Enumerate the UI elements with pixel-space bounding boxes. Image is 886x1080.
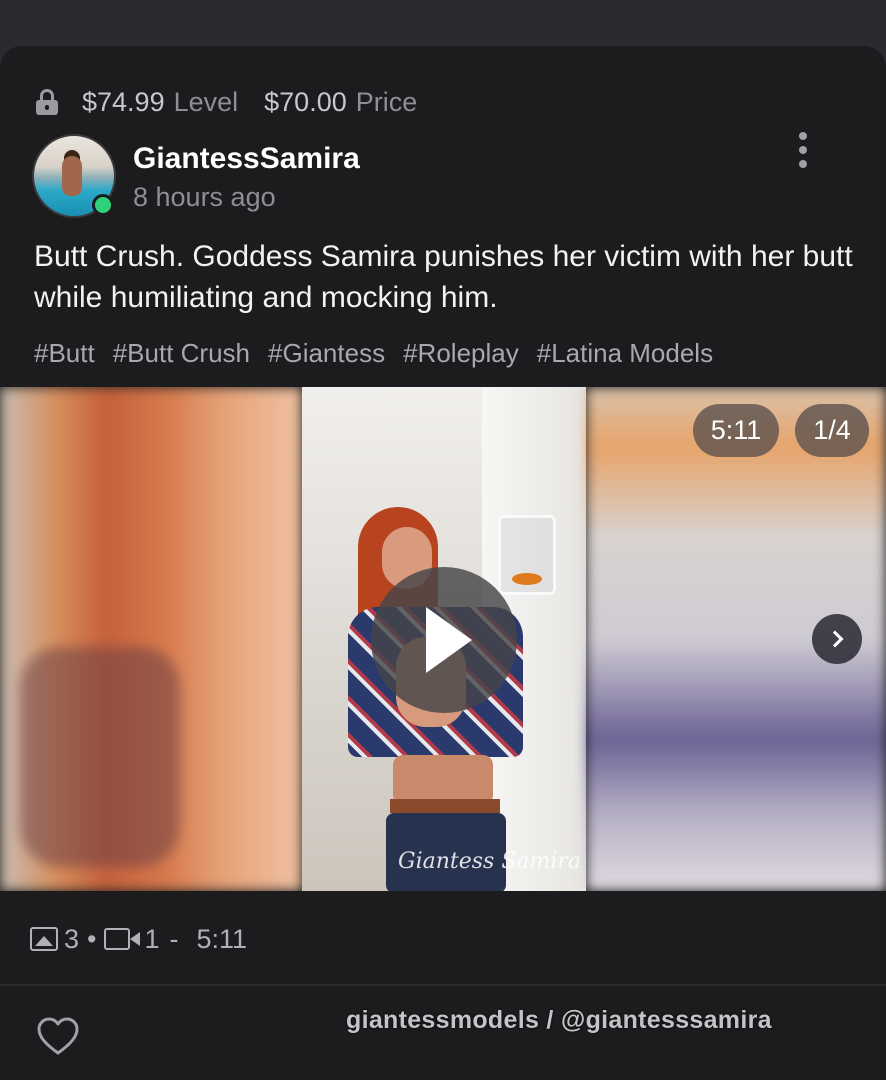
tag-butt[interactable]: #Butt: [34, 338, 95, 369]
tag-latina-models[interactable]: #Latina Models: [537, 338, 713, 369]
video-watermark: Giantess Samira: [398, 849, 582, 874]
video-icon: [104, 926, 141, 952]
media-carousel[interactable]: Giantess Samira 5:11 1/4: [0, 387, 886, 891]
author-name[interactable]: GiantessSamira: [133, 142, 360, 176]
post-time: 8 hours ago: [133, 182, 276, 212]
blurred-preview-left: [0, 387, 302, 891]
stats-separator: •: [87, 923, 97, 954]
stats-dash: -: [169, 923, 179, 954]
level-value: $74.99: [82, 86, 165, 117]
level-label: Level: [173, 86, 239, 117]
video-count: 1: [144, 923, 160, 954]
image-icon: [30, 927, 58, 951]
heart-icon[interactable]: [36, 1016, 80, 1056]
tag-roleplay[interactable]: #Roleplay: [403, 338, 519, 369]
duration-badge: 5:11: [693, 404, 779, 457]
price-value: $70.00: [264, 86, 347, 117]
chevron-right-icon[interactable]: [812, 614, 862, 664]
total-duration: 5:11: [196, 923, 248, 954]
position-badge: 1/4: [795, 404, 869, 457]
tag-butt-crush[interactable]: #Butt Crush: [113, 338, 250, 369]
post-description: Butt Crush. Goddess Samira punishes her …: [34, 240, 853, 314]
post-card: $74.99 Level $70.00 Price GiantessSamira…: [0, 46, 886, 1080]
online-indicator: [92, 194, 114, 216]
tag-giantess[interactable]: #Giantess: [268, 338, 385, 369]
price-row: $74.99 Level $70.00 Price: [36, 86, 417, 118]
image-count: 3: [64, 923, 80, 954]
media-stats: 3 • 1 - 5:11: [30, 922, 247, 956]
lock-icon: [36, 89, 58, 115]
price-label: Price: [355, 86, 418, 117]
tag-list: #Butt #Butt Crush #Giantess #Roleplay #L…: [34, 338, 731, 369]
more-vertical-icon[interactable]: [792, 132, 814, 168]
play-icon[interactable]: [371, 567, 517, 713]
footer-watermark: giantessmodels / @giantesssamira: [346, 1006, 772, 1034]
divider: [0, 984, 886, 986]
